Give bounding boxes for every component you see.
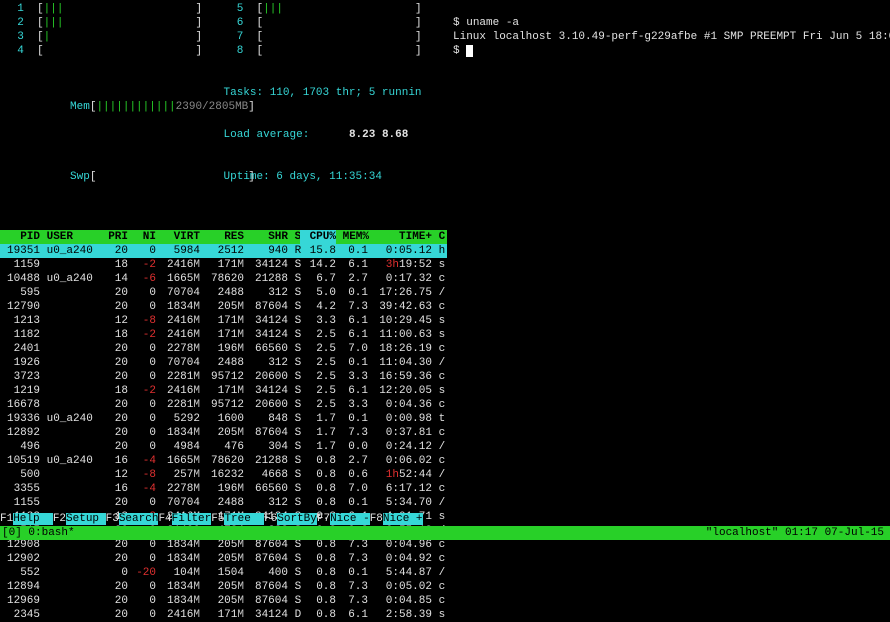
shell-pane[interactable]: $ uname -a Linux localhost 3.10.49-perf-… — [447, 0, 890, 540]
cursor — [466, 45, 473, 57]
process-row[interactable]: 19336 u0_a24020052921600848 S1.70.10:00.… — [0, 412, 447, 426]
process-row[interactable]: 12902 2001834M205M87604 S0.87.30:04.92 c — [0, 552, 447, 566]
process-row[interactable]: 595 200707042488312 S5.00.117:26.75 / — [0, 286, 447, 300]
table-header[interactable]: PID USER PRI NI VIRT RES SHR S CPU% MEM%… — [0, 230, 447, 244]
fnlabel-setup[interactable]: Setup — [66, 513, 106, 525]
fnkey-f5[interactable]: F5 — [211, 513, 224, 525]
col-header-ni[interactable]: NI — [128, 230, 156, 244]
tmux-status-bar[interactable]: [0] 0:bash* "localhost" 01:17 07-Jul-15 — [0, 526, 890, 540]
process-row[interactable]: 12969 2001834M205M87604 S0.87.30:04.85 c — [0, 594, 447, 608]
cpu-meter-8: 8 [ ] — [224, 44, 444, 58]
process-row[interactable]: 12894 2001834M205M87604 S0.87.30:05.02 c — [0, 580, 447, 594]
col-header-mem%[interactable]: MEM% — [336, 230, 368, 244]
status-left: [0] 0:bash* — [0, 526, 75, 540]
col-header-c[interactable]: C — [432, 230, 444, 244]
process-row[interactable]: 1926 200707042488312 S2.50.111:04.30 / — [0, 356, 447, 370]
col-header-s[interactable]: S — [288, 230, 300, 244]
process-row[interactable]: 1182 18-22416M171M34124 S2.56.111:00.63 … — [0, 328, 447, 342]
fnlabel-nice -[interactable]: Nice - — [330, 513, 370, 525]
process-row[interactable]: 3723 2002281M9571220600 S2.53.316:59.36 … — [0, 370, 447, 384]
summary-stats: Tasks: 110, 1703 thr; 5 runnin Load aver… — [224, 58, 444, 226]
process-row[interactable]: 1155 200707042488312 S0.80.15:34.70 / — [0, 496, 447, 510]
cpu-meter-6: 6 [ ] — [224, 16, 444, 30]
process-row[interactable]: 19351 u0_a24020059842512940 R15.80.10:05… — [0, 244, 447, 258]
fnkey-f1[interactable]: F1 — [0, 513, 13, 525]
cpu-meter-3: 3 [| ] — [4, 30, 224, 44]
col-header-res[interactable]: RES — [200, 230, 244, 244]
fnkey-f3[interactable]: F3 — [106, 513, 119, 525]
process-row[interactable]: 2401 2002278M196M66560 S2.57.018:26.19 c — [0, 342, 447, 356]
fnlabel-nice +[interactable]: Nice + — [383, 513, 423, 525]
cpu-meter-4: 4 [ ] — [4, 44, 224, 58]
function-keys[interactable]: F1Help F2Setup F3SearchF4FilterF5Tree F6… — [0, 512, 447, 526]
process-row[interactable]: 16678 2002281M9571220600 S2.53.30:04.36 … — [0, 398, 447, 412]
status-right: "localhost" 01:17 07-Jul-15 — [706, 526, 890, 540]
process-row[interactable]: 552 0-20104M1504400 S0.80.15:44.87 / — [0, 566, 447, 580]
cpu-meter-5: 5 [||| ] — [224, 2, 444, 16]
cpu-meters: 1 [||| ] 2 [||| ] 3 [| ] 4 [ ] 5 [||| ] … — [0, 0, 447, 58]
col-header-user[interactable]: USER — [40, 230, 100, 244]
process-row[interactable]: 12790 2001834M205M87604 S4.27.339:42.63 … — [0, 300, 447, 314]
swap-meter: Swp[ ] — [4, 156, 224, 198]
process-row[interactable]: 1159 18-22416M171M34124 S14.26.13h19:52 … — [0, 258, 447, 272]
fnkey-f4[interactable]: F4 — [158, 513, 171, 525]
process-row[interactable]: 1219 18-22416M171M34124 S2.56.112:20.05 … — [0, 384, 447, 398]
fnlabel-search[interactable]: Search — [119, 513, 159, 525]
col-header-time+[interactable]: TIME+ — [368, 230, 432, 244]
process-row[interactable]: 2345 2002416M171M34124 D0.86.12:58.39 s — [0, 608, 447, 622]
fnlabel-help[interactable]: Help — [13, 513, 53, 525]
fnkey-f8[interactable]: F8 — [370, 513, 383, 525]
mem-swap-summary: Mem[||||||||||||2390/2805MB] Swp[ ] Task… — [0, 58, 447, 226]
process-row[interactable]: 12892 2001834M205M87604 S1.77.30:37.81 c — [0, 426, 447, 440]
col-header-virt[interactable]: VIRT — [156, 230, 200, 244]
col-header-pid[interactable]: PID — [0, 230, 40, 244]
fnkey-f6[interactable]: F6 — [264, 513, 277, 525]
htop-pane[interactable]: 1 [||| ] 2 [||| ] 3 [| ] 4 [ ] 5 [||| ] … — [0, 0, 447, 540]
cpu-meter-1: 1 [||| ] — [4, 2, 224, 16]
fnkey-f2[interactable]: F2 — [53, 513, 66, 525]
cpu-meter-2: 2 [||| ] — [4, 16, 224, 30]
fnlabel-filter[interactable]: Filter — [172, 513, 212, 525]
process-row[interactable]: 496 2004984476304 S1.70.00:24.12 / — [0, 440, 447, 454]
terminal-screen[interactable]: 1 [||| ] 2 [||| ] 3 [| ] 4 [ ] 5 [||| ] … — [0, 0, 890, 540]
fnlabel-tree[interactable]: Tree — [224, 513, 264, 525]
mem-meter: Mem[||||||||||||2390/2805MB] — [4, 86, 224, 128]
fnkey-f7[interactable]: F7 — [317, 513, 330, 525]
process-row[interactable]: 12908 2001834M205M87604 S0.87.30:04.96 c — [0, 538, 447, 552]
col-header-pri[interactable]: PRI — [100, 230, 128, 244]
process-row[interactable]: 10488 u0_a24014-61665M7862021288 S6.72.7… — [0, 272, 447, 286]
process-row[interactable]: 1213 12-82416M171M34124 S3.36.110:29.45 … — [0, 314, 447, 328]
process-row[interactable]: 500 12-8257M162324668 S0.80.61h52:44 / — [0, 468, 447, 482]
col-header-cpu%[interactable]: CPU% — [300, 230, 336, 244]
col-header-shr[interactable]: SHR — [244, 230, 288, 244]
fnlabel-sortby[interactable]: SortBy — [277, 513, 317, 525]
process-table[interactable]: PID USER PRI NI VIRT RES SHR S CPU% MEM%… — [0, 230, 447, 622]
process-row[interactable]: 3355 16-42278M196M66560 S0.87.06:17.12 c — [0, 482, 447, 496]
process-row[interactable]: 10519 u0_a24016-41665M7862021288 S0.82.7… — [0, 454, 447, 468]
cpu-meter-7: 7 [ ] — [224, 30, 444, 44]
